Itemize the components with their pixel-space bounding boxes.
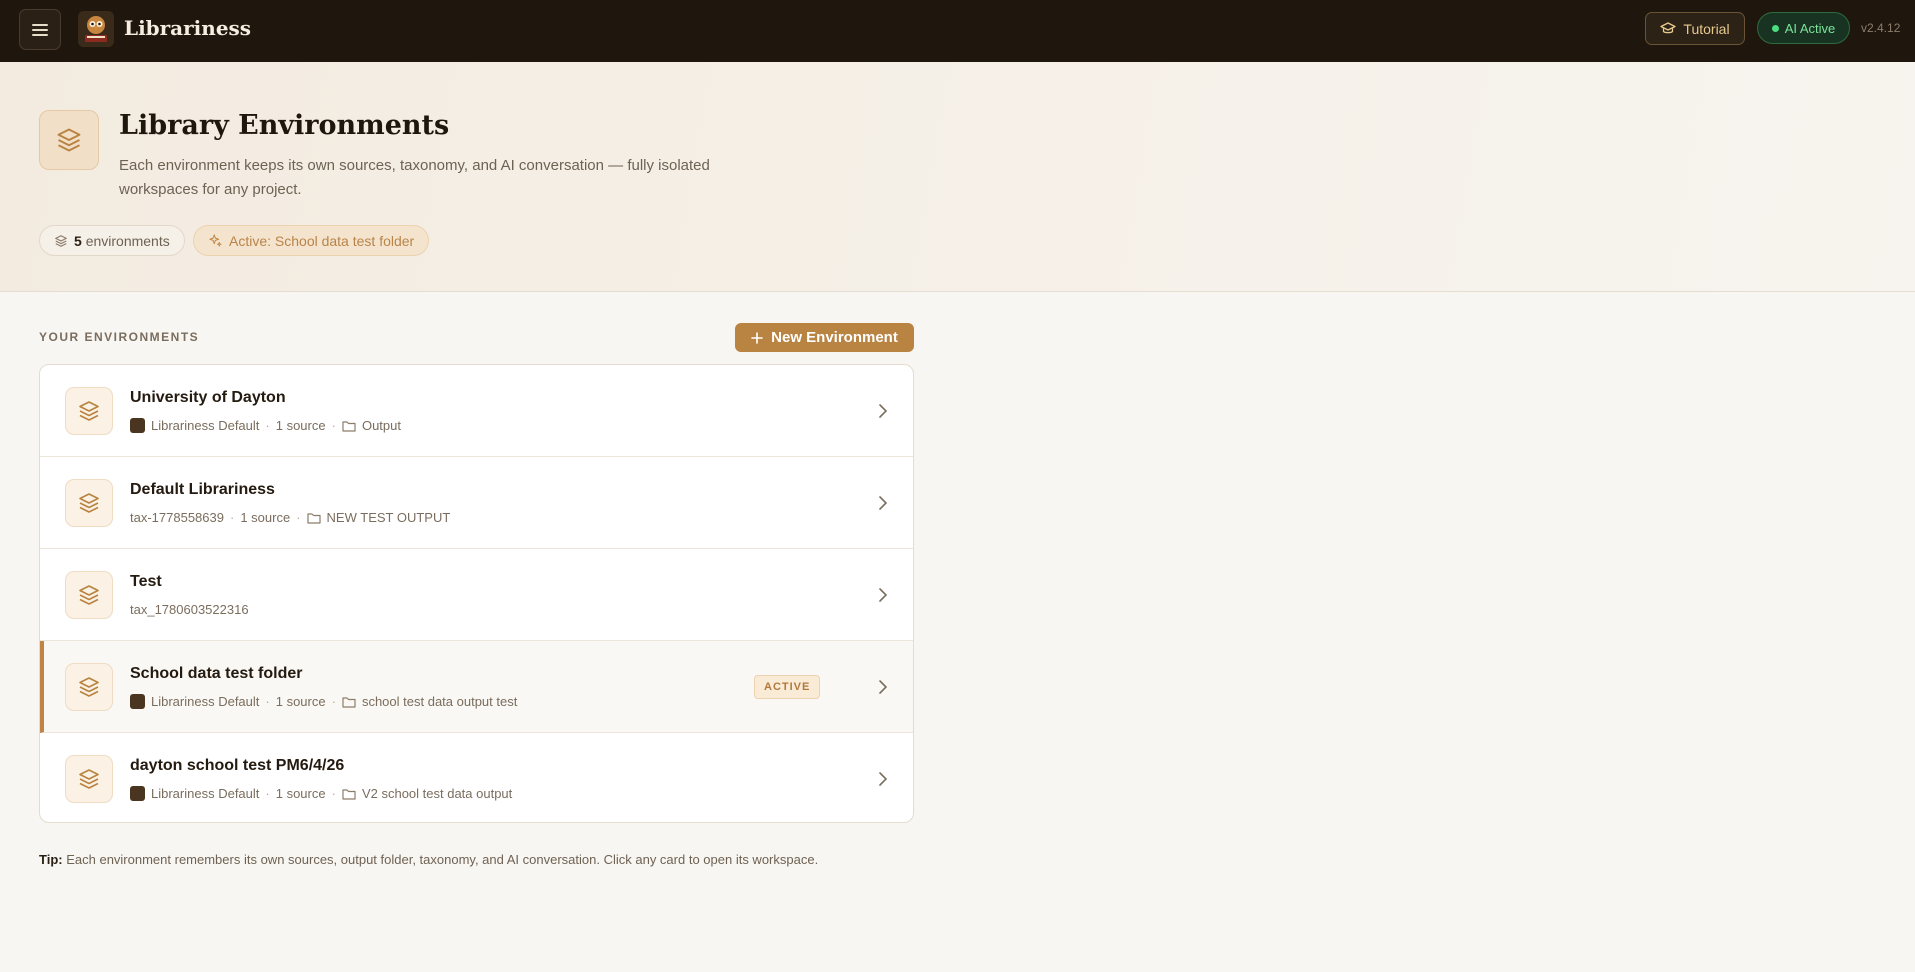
environment-meta: Librariness Default · 1 source · school … (130, 694, 517, 709)
ai-status-label: AI Active (1784, 20, 1836, 36)
environment-output-folder: Output (361, 418, 401, 433)
environment-count-label: environments (85, 232, 170, 249)
taxonomy-avatar-icon (130, 786, 145, 801)
environment-taxonomy: tax_1780603522316 (130, 602, 249, 617)
environment-taxonomy: Librariness Default (151, 694, 260, 709)
tip-text: Tip: Each environment remembers its own … (39, 852, 818, 867)
menu-button[interactable] (19, 9, 61, 50)
sparkles-icon (209, 234, 222, 247)
environment-count-chip: 5 environments (39, 225, 185, 256)
section-label: YOUR ENVIRONMENTS (39, 330, 200, 344)
tutorial-label: Tutorial (1683, 20, 1730, 37)
tip-prefix: Tip: (39, 852, 63, 867)
layers-icon (55, 234, 67, 247)
environment-name: dayton school test PM6/4/26 (130, 757, 345, 774)
environment-meta: Librariness Default · 1 source · Output (130, 418, 401, 433)
active-environment-label: Active: School data test folder (229, 232, 415, 249)
environment-source-count: 1 source (240, 510, 291, 525)
layers-icon (65, 571, 113, 619)
hamburger-icon (32, 23, 48, 36)
environment-taxonomy: tax-1778558639 (130, 510, 224, 525)
folder-icon (342, 420, 356, 432)
environment-card-active[interactable]: School data test folder Librariness Defa… (40, 641, 913, 733)
environment-output-folder: NEW TEST OUTPUT (326, 510, 451, 525)
plus-icon (751, 331, 763, 344)
new-environment-button[interactable]: New Environment (735, 323, 914, 352)
app-logo[interactable] (78, 11, 114, 47)
environment-name: Default Librariness (130, 481, 275, 498)
environment-count-number: 5 (74, 232, 82, 249)
environment-taxonomy: Librariness Default (151, 418, 260, 433)
environment-source-count: 1 source (275, 418, 326, 433)
top-bar: Librariness Tutorial AI Active v2.4.12 (0, 0, 1915, 62)
graduation-cap-icon (1660, 21, 1677, 33)
page-description: Each environment keeps its own sources, … (119, 157, 710, 198)
environment-source-count: 1 source (275, 694, 326, 709)
taxonomy-avatar-icon (130, 418, 145, 433)
ai-status-badge[interactable]: AI Active (1757, 12, 1850, 44)
version-label: v2.4.12 (1861, 21, 1901, 35)
environment-taxonomy: Librariness Default (151, 786, 260, 801)
tip-body: Each environment remembers its own sourc… (66, 852, 819, 867)
app-name: Librariness (124, 16, 252, 40)
owl-logo-icon (78, 11, 114, 47)
folder-icon (342, 696, 356, 708)
environment-meta: tax-1778558639 · 1 source · NEW TEST OUT… (130, 510, 451, 525)
environment-name: School data test folder (130, 665, 303, 682)
environment-name: University of Dayton (130, 389, 286, 406)
environment-source-count: 1 source (275, 786, 326, 801)
environment-output-folder: V2 school test data output (361, 786, 513, 801)
chevron-right-icon (879, 496, 888, 510)
environment-card[interactable]: University of Dayton Librariness Default… (40, 365, 913, 457)
layers-icon (65, 755, 113, 803)
environment-meta: tax_1780603522316 (130, 602, 249, 617)
active-badge: ACTIVE (754, 675, 821, 699)
folder-icon (342, 788, 356, 800)
active-environment-chip[interactable]: Active: School data test folder (193, 225, 430, 256)
environment-list: University of Dayton Librariness Default… (39, 364, 914, 823)
status-dot-icon (1771, 24, 1779, 32)
layers-icon (65, 479, 113, 527)
layers-icon (39, 110, 99, 170)
chevron-right-icon (879, 404, 888, 418)
environment-output-folder: school test data output test (361, 694, 518, 709)
chevron-right-icon (879, 680, 888, 694)
chevron-right-icon (879, 588, 888, 602)
folder-icon (306, 512, 321, 524)
taxonomy-avatar-icon (130, 694, 145, 709)
environment-meta: Librariness Default · 1 source · V2 scho… (130, 786, 512, 801)
layers-icon (65, 663, 113, 711)
tutorial-button[interactable]: Tutorial (1645, 12, 1745, 45)
hero-section: Library Environments Each environment ke… (0, 62, 1915, 292)
environment-card[interactable]: dayton school test PM6/4/26 Librariness … (40, 733, 913, 822)
new-environment-label: New Environment (771, 329, 898, 346)
environment-name: Test (130, 573, 162, 590)
chevron-right-icon (879, 772, 888, 786)
environment-card[interactable]: Test tax_1780603522316 (40, 549, 913, 641)
page-title: Library Environments (119, 110, 450, 141)
environment-card[interactable]: Default Librariness tax-1778558639 · 1 s… (40, 457, 913, 549)
layers-icon (65, 387, 113, 435)
